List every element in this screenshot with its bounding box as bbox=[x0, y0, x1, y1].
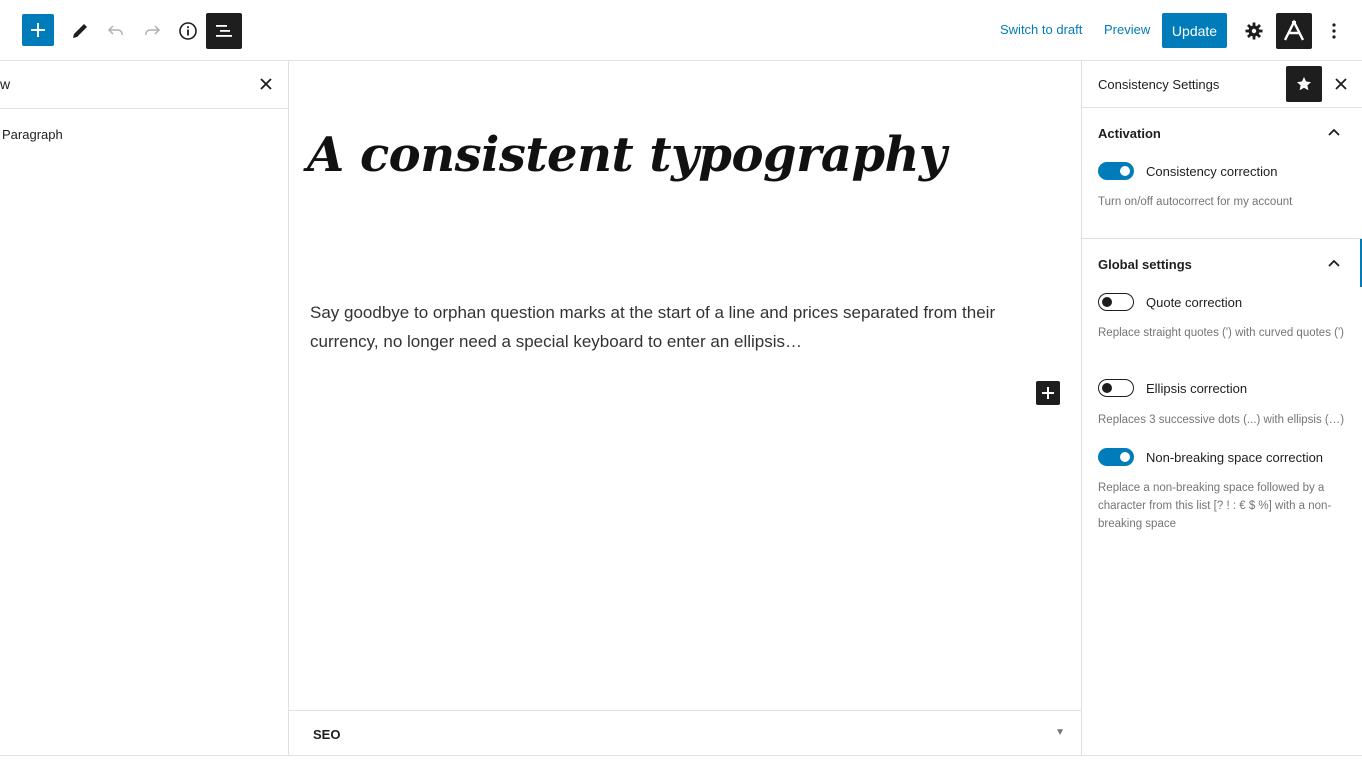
chevron-up-icon[interactable] bbox=[1326, 124, 1342, 140]
details-button[interactable] bbox=[170, 13, 206, 49]
options-button[interactable] bbox=[1316, 13, 1352, 49]
sidebar-title: Consistency Settings bbox=[1098, 77, 1220, 92]
quote-correction-label: Quote correction bbox=[1146, 295, 1243, 310]
consistency-plugin-button[interactable] bbox=[1276, 13, 1312, 49]
close-icon bbox=[1335, 78, 1347, 90]
consistency-correction-label: Consistency correction bbox=[1146, 164, 1278, 179]
update-button[interactable]: Update bbox=[1162, 13, 1227, 48]
panel-title-activation[interactable]: Activation bbox=[1098, 126, 1161, 141]
close-icon bbox=[260, 78, 272, 90]
pin-plugin-button[interactable] bbox=[1286, 66, 1322, 102]
panel-title-global-settings[interactable]: Global settings bbox=[1098, 257, 1192, 272]
pencil-icon bbox=[73, 24, 87, 38]
plus-icon bbox=[1042, 387, 1054, 399]
non-breaking-space-correction-toggle[interactable] bbox=[1098, 448, 1134, 466]
list-view-header: w bbox=[0, 61, 288, 109]
editor-canvas: A consistent typography Say goodbye to o… bbox=[289, 61, 1081, 710]
consistency-correction-help: Turn on/off autocorrect for my account bbox=[1098, 196, 1293, 208]
add-block-button[interactable] bbox=[22, 14, 54, 46]
redo-icon bbox=[145, 25, 161, 35]
switch-to-draft-button[interactable]: Switch to draft bbox=[1000, 22, 1082, 37]
close-list-view-button[interactable] bbox=[256, 74, 276, 94]
a-logo-icon bbox=[1283, 19, 1305, 41]
sidebar-header: Consistency Settings bbox=[1082, 61, 1362, 108]
consistency-settings-sidebar: Consistency Settings Activation Consiste… bbox=[1081, 61, 1362, 755]
undo-button[interactable] bbox=[98, 13, 134, 49]
caret-down-icon: ▼ bbox=[1055, 727, 1065, 738]
list-view-button[interactable] bbox=[206, 13, 242, 49]
redo-button[interactable] bbox=[134, 13, 170, 49]
list-view-icon bbox=[216, 25, 232, 37]
settings-button[interactable] bbox=[1236, 13, 1272, 49]
panel-divider bbox=[1082, 238, 1362, 239]
preview-button[interactable]: Preview bbox=[1104, 22, 1150, 37]
list-view-panel: w Paragraph bbox=[0, 61, 289, 755]
list-view-title: w bbox=[0, 76, 11, 92]
consistency-correction-toggle[interactable] bbox=[1098, 162, 1134, 180]
editor-header: Switch to draft Preview Update bbox=[0, 0, 1362, 61]
plus-icon bbox=[31, 23, 45, 37]
info-icon bbox=[179, 22, 197, 40]
non-breaking-space-correction-label: Non-breaking space correction bbox=[1146, 450, 1324, 465]
ellipsis-correction-label: Ellipsis correction bbox=[1146, 381, 1248, 396]
gear-icon bbox=[1245, 22, 1263, 40]
tools-button[interactable] bbox=[62, 13, 98, 49]
chevron-up-icon[interactable] bbox=[1326, 255, 1342, 271]
seo-label: SEO bbox=[313, 727, 341, 742]
footer-divider bbox=[0, 755, 1362, 756]
close-sidebar-button[interactable] bbox=[1331, 74, 1351, 94]
star-icon bbox=[1297, 77, 1311, 91]
undo-icon bbox=[107, 25, 123, 35]
quote-correction-toggle[interactable] bbox=[1098, 293, 1134, 311]
non-breaking-space-correction-help: Replace a non-breaking space followed by… bbox=[1098, 482, 1332, 530]
ellipsis-correction-toggle[interactable] bbox=[1098, 379, 1134, 397]
quote-correction-help: Replace straight quotes (') with curved … bbox=[1098, 327, 1345, 339]
ellipsis-correction-help: Replaces 3 successive dots (...) with el… bbox=[1098, 414, 1345, 426]
seo-metabox[interactable]: SEO ▼ bbox=[289, 710, 1081, 755]
paragraph-block[interactable]: Say goodbye to orphan question marks at … bbox=[310, 298, 1050, 356]
post-title[interactable]: A consistent typography bbox=[307, 127, 947, 183]
list-view-item-paragraph[interactable]: Paragraph bbox=[2, 127, 63, 142]
block-inserter-button[interactable] bbox=[1036, 381, 1060, 405]
more-vertical-icon bbox=[1332, 23, 1336, 39]
